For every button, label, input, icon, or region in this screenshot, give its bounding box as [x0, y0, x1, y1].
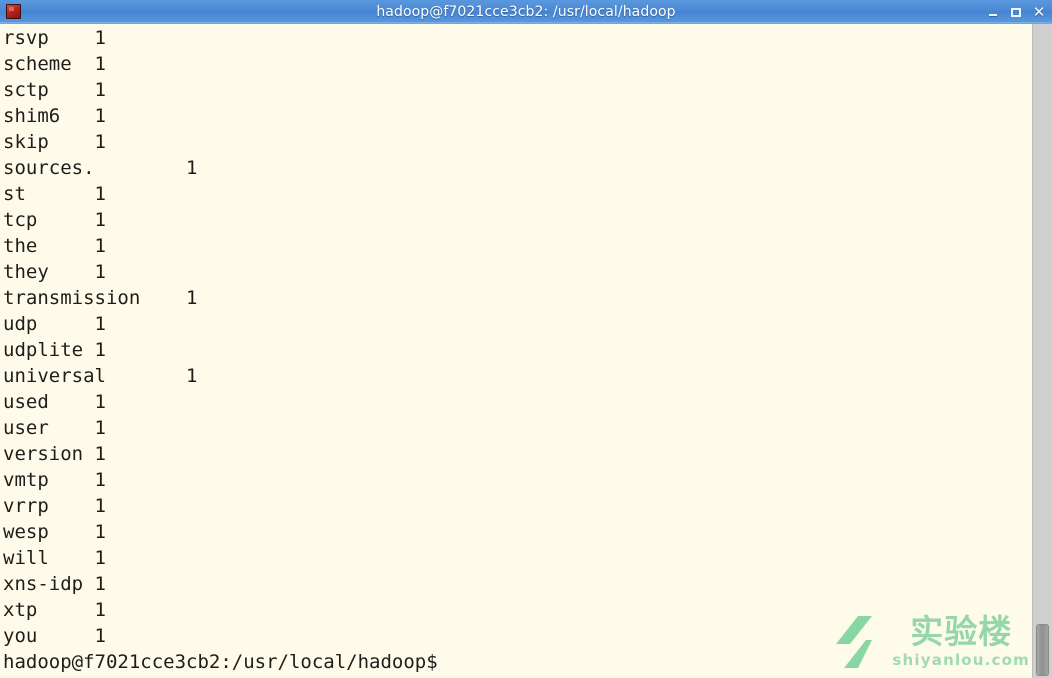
- terminal-line: shim6 1: [3, 105, 106, 127]
- terminal-line: used 1: [3, 391, 106, 413]
- terminal-line: xns-idp 1: [3, 573, 106, 595]
- terminal-line: will 1: [3, 547, 106, 569]
- terminal-output-area[interactable]: rsvp 1 scheme 1 sctp 1 shim6 1 skip 1 sources…: [0, 24, 1032, 678]
- shell-prompt: hadoop@f7021cce3cb2:/usr/local/hadoop$: [3, 651, 438, 673]
- terminal-line: sources. 1: [3, 157, 198, 179]
- terminal-line: wesp 1: [3, 521, 106, 543]
- terminal-line: you 1: [3, 625, 106, 647]
- window-title: hadoop@f7021cce3cb2: /usr/local/hadoop: [376, 3, 676, 20]
- terminal-line: udplite 1: [3, 339, 106, 361]
- minimize-button[interactable]: [986, 5, 1000, 19]
- terminal-line: the 1: [3, 235, 106, 257]
- terminal-line: udp 1: [3, 313, 106, 335]
- close-icon[interactable]: ✕: [1032, 4, 1046, 19]
- terminal-line: transmission 1: [3, 287, 198, 309]
- terminal-line: sctp 1: [3, 79, 106, 101]
- terminal-line: st 1: [3, 183, 106, 205]
- terminal-window: hadoop@f7021cce3cb2: /usr/local/hadoop ✕…: [0, 0, 1052, 678]
- terminal-line: xtp 1: [3, 599, 106, 621]
- terminal-line: tcp 1: [3, 209, 106, 231]
- vertical-scrollbar[interactable]: [1032, 24, 1052, 678]
- terminal-line-list: rsvp 1 scheme 1 sctp 1 shim6 1 skip 1 sources…: [3, 25, 1032, 649]
- terminal-line: user 1: [3, 417, 106, 439]
- terminal-line: rsvp 1: [3, 27, 106, 49]
- terminal-line: universal 1: [3, 365, 198, 387]
- terminal-body: rsvp 1 scheme 1 sctp 1 shim6 1 skip 1 sources…: [0, 24, 1052, 678]
- window-controls: ✕: [986, 0, 1046, 24]
- terminal-line: version 1: [3, 443, 106, 465]
- maximize-button[interactable]: [1009, 5, 1023, 19]
- terminal-line: skip 1: [3, 131, 106, 153]
- terminal-line: they 1: [3, 261, 106, 283]
- terminal-line: vmtp 1: [3, 469, 106, 491]
- window-titlebar[interactable]: hadoop@f7021cce3cb2: /usr/local/hadoop ✕: [0, 0, 1052, 24]
- scrollbar-thumb[interactable]: [1036, 624, 1049, 676]
- terminal-line: vrrp 1: [3, 495, 106, 517]
- terminal-line: scheme 1: [3, 53, 106, 75]
- terminal-app-icon: [6, 4, 21, 19]
